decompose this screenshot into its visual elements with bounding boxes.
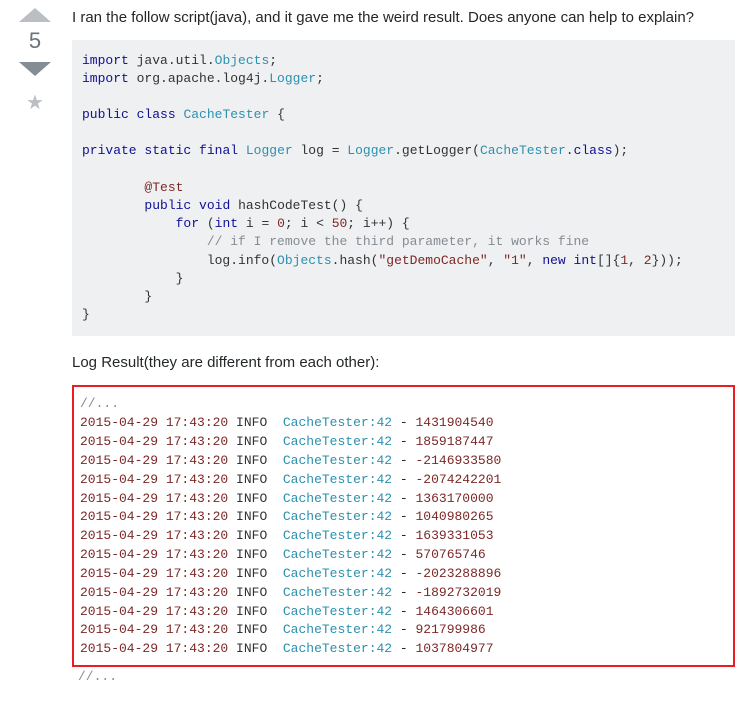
- log-hash-value: 1639331053: [416, 528, 494, 543]
- log-level: INFO: [236, 472, 267, 487]
- log-hash-value: -2074242201: [416, 472, 502, 487]
- log-class: CacheTester:42: [283, 415, 392, 430]
- log-class: CacheTester:42: [283, 585, 392, 600]
- log-class: CacheTester:42: [283, 472, 392, 487]
- question-text: I ran the follow script(java), and it ga…: [72, 8, 735, 28]
- log-line: 2015-04-29 17:43:20 INFO CacheTester:42 …: [80, 565, 727, 584]
- log-hash-value: 921799986: [416, 622, 486, 637]
- log-class: CacheTester:42: [283, 566, 392, 581]
- log-hash-value: -1892732019: [416, 585, 502, 600]
- log-timestamp: 2015-04-29 17:43:20: [80, 415, 228, 430]
- log-level: INFO: [236, 604, 267, 619]
- upvote-icon[interactable]: [19, 8, 51, 22]
- log-class: CacheTester:42: [283, 622, 392, 637]
- log-line: 2015-04-29 17:43:20 INFO CacheTester:42 …: [80, 640, 727, 659]
- log-hash-value: 1431904540: [416, 415, 494, 430]
- log-line: 2015-04-29 17:43:20 INFO CacheTester:42 …: [80, 414, 727, 433]
- log-hash-value: 1037804977: [416, 641, 494, 656]
- log-level: INFO: [236, 547, 267, 562]
- log-line: 2015-04-29 17:43:20 INFO CacheTester:42 …: [80, 546, 727, 565]
- log-timestamp: 2015-04-29 17:43:20: [80, 434, 228, 449]
- log-line: 2015-04-29 17:43:20 INFO CacheTester:42 …: [80, 433, 727, 452]
- log-class: CacheTester:42: [283, 641, 392, 656]
- log-class: CacheTester:42: [283, 528, 392, 543]
- log-hash-value: 570765746: [416, 547, 486, 562]
- log-output-box: //... 2015-04-29 17:43:20 INFO CacheTest…: [72, 385, 735, 667]
- log-level: INFO: [236, 453, 267, 468]
- log-level: INFO: [236, 641, 267, 656]
- log-line: 2015-04-29 17:43:20 INFO CacheTester:42 …: [80, 621, 727, 640]
- log-timestamp: 2015-04-29 17:43:20: [80, 604, 228, 619]
- log-line: 2015-04-29 17:43:20 INFO CacheTester:42 …: [80, 471, 727, 490]
- log-timestamp: 2015-04-29 17:43:20: [80, 622, 228, 637]
- code-block: import java.util.Objects; import org.apa…: [72, 40, 735, 337]
- log-timestamp: 2015-04-29 17:43:20: [80, 528, 228, 543]
- log-level: INFO: [236, 434, 267, 449]
- log-hash-value: 1464306601: [416, 604, 494, 619]
- log-timestamp: 2015-04-29 17:43:20: [80, 566, 228, 581]
- log-line: 2015-04-29 17:43:20 INFO CacheTester:42 …: [80, 584, 727, 603]
- log-timestamp: 2015-04-29 17:43:20: [80, 472, 228, 487]
- log-hash-value: 1363170000: [416, 491, 494, 506]
- log-level: INFO: [236, 509, 267, 524]
- log-class: CacheTester:42: [283, 604, 392, 619]
- log-line: 2015-04-29 17:43:20 INFO CacheTester:42 …: [80, 508, 727, 527]
- log-result-label: Log Result(they are different from each …: [72, 354, 735, 371]
- log-class: CacheTester:42: [283, 491, 392, 506]
- log-level: INFO: [236, 566, 267, 581]
- log-level: INFO: [236, 528, 267, 543]
- log-line: 2015-04-29 17:43:20 INFO CacheTester:42 …: [80, 452, 727, 471]
- post-content: I ran the follow script(java), and it ga…: [60, 8, 735, 686]
- log-class: CacheTester:42: [283, 547, 392, 562]
- log-level: INFO: [236, 415, 267, 430]
- log-timestamp: 2015-04-29 17:43:20: [80, 585, 228, 600]
- log-timestamp: 2015-04-29 17:43:20: [80, 641, 228, 656]
- log-class: CacheTester:42: [283, 453, 392, 468]
- favorite-star-icon[interactable]: ★: [26, 90, 44, 115]
- vote-count: 5: [29, 28, 41, 54]
- log-line: 2015-04-29 17:43:20 INFO CacheTester:42 …: [80, 603, 727, 622]
- log-line: 2015-04-29 17:43:20 INFO CacheTester:42 …: [80, 490, 727, 509]
- log-hash-value: 1040980265: [416, 509, 494, 524]
- log-comment-bottom: //...: [72, 667, 735, 686]
- vote-column: 5 ★: [10, 8, 60, 686]
- log-timestamp: 2015-04-29 17:43:20: [80, 453, 228, 468]
- log-timestamp: 2015-04-29 17:43:20: [80, 547, 228, 562]
- log-level: INFO: [236, 491, 267, 506]
- log-level: INFO: [236, 585, 267, 600]
- downvote-icon[interactable]: [19, 62, 51, 76]
- log-timestamp: 2015-04-29 17:43:20: [80, 509, 228, 524]
- log-hash-value: 1859187447: [416, 434, 494, 449]
- log-line: 2015-04-29 17:43:20 INFO CacheTester:42 …: [80, 527, 727, 546]
- log-class: CacheTester:42: [283, 509, 392, 524]
- log-comment-top: //...: [80, 395, 727, 414]
- log-hash-value: -2146933580: [416, 453, 502, 468]
- log-hash-value: -2023288896: [416, 566, 502, 581]
- log-level: INFO: [236, 622, 267, 637]
- log-timestamp: 2015-04-29 17:43:20: [80, 491, 228, 506]
- log-class: CacheTester:42: [283, 434, 392, 449]
